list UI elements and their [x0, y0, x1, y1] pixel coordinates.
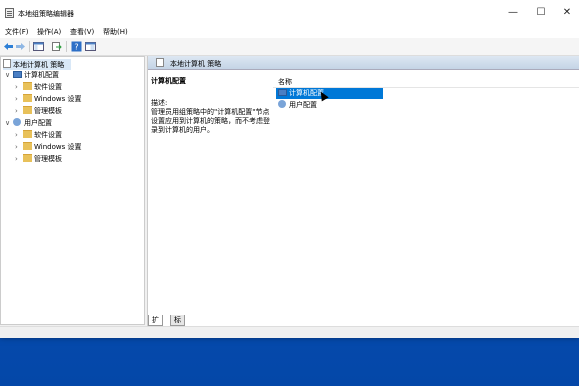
app-icon [5, 8, 14, 18]
tree-label: 计算机配置 [24, 71, 59, 79]
description-text: 管理员用组策略中的"计算机配置"节点设置应用到计算机的策略，而不考虑登录到计算机… [151, 108, 270, 134]
minimize-button[interactable]: — [502, 6, 524, 20]
tree-root[interactable]: 本地计算机 策略 [3, 59, 71, 70]
tab-extended[interactable]: 扩展 [148, 315, 163, 334]
folder-icon [23, 142, 32, 150]
list-item-computer-config[interactable]: 计算机配置 [276, 88, 383, 99]
details-header-title: 本地计算机 策略 [170, 60, 222, 68]
back-icon[interactable] [3, 41, 14, 52]
show-hide-tree-icon[interactable] [33, 41, 44, 52]
svg-text:?: ? [74, 43, 78, 52]
toolbar: ? [0, 38, 579, 56]
toolbar-separator [66, 41, 67, 52]
column-header-name[interactable]: 名称 [273, 75, 579, 88]
computer-icon [278, 89, 287, 96]
close-button[interactable]: ✕ [556, 6, 578, 20]
maximize-button[interactable]: ☐ [530, 6, 552, 20]
tab-standard[interactable]: 标准 [170, 315, 185, 334]
tree-label: 软件设置 [34, 83, 62, 91]
tree-item[interactable]: › Windows 设置 [15, 94, 81, 105]
folder-icon [23, 94, 32, 102]
description-title: 计算机配置 [151, 77, 186, 85]
window-title: 本地组策略编辑器 [18, 10, 74, 18]
user-icon [278, 100, 286, 108]
tree-item[interactable]: › Windows 设置 [15, 142, 81, 153]
chevron-right-icon[interactable]: › [15, 94, 23, 105]
chevron-down-icon[interactable]: ∨ [5, 118, 13, 129]
details-header: 本地计算机 策略 [148, 56, 579, 70]
column-header-label: 名称 [278, 78, 292, 86]
toolbar-separator [29, 41, 30, 52]
properties-icon[interactable] [85, 41, 96, 52]
tree-computer-config[interactable]: ∨ 计算机配置 [5, 70, 59, 81]
policy-icon [3, 59, 11, 68]
policy-icon [156, 58, 164, 67]
menu-action[interactable]: 操作(A) [37, 27, 61, 37]
tree-label: 管理模板 [34, 155, 62, 163]
user-icon [13, 118, 21, 126]
tree-item[interactable]: › 管理模板 [15, 154, 62, 165]
computer-icon [13, 71, 22, 78]
forward-icon[interactable] [15, 41, 26, 52]
folder-icon [23, 106, 32, 114]
details-pane: 本地计算机 策略 计算机配置 描述: 管理员用组策略中的"计算机配置"节点设置应… [147, 56, 579, 326]
tree-label: 管理模板 [34, 107, 62, 115]
folder-icon [23, 154, 32, 162]
folder-icon [23, 82, 32, 90]
list-item-label: 用户配置 [289, 101, 317, 109]
tree-label: Windows 设置 [34, 143, 82, 151]
desktop-background [0, 337, 579, 386]
tree-label: 软件设置 [34, 131, 62, 139]
tree-root-label: 本地计算机 策略 [13, 61, 65, 69]
chevron-right-icon[interactable]: › [15, 130, 23, 141]
export-icon[interactable] [51, 41, 62, 52]
gpedit-window: 本地组策略编辑器 — ☐ ✕ 文件(F) 操作(A) 查看(V) 帮助(H) ?… [0, 0, 579, 338]
tree-label: Windows 设置 [34, 95, 82, 103]
chevron-down-icon[interactable]: ∨ [5, 70, 13, 81]
tree-label: 用户配置 [24, 119, 52, 127]
tree-item[interactable]: › 软件设置 [15, 82, 62, 93]
menu-view[interactable]: 查看(V) [70, 27, 94, 37]
list-item-user-config[interactable]: 用户配置 [276, 100, 383, 111]
chevron-right-icon[interactable]: › [15, 154, 23, 165]
menu-bar: 文件(F) 操作(A) 查看(V) 帮助(H) [0, 26, 579, 38]
chevron-right-icon[interactable]: › [15, 82, 23, 93]
tree-item[interactable]: › 软件设置 [15, 130, 62, 141]
chevron-right-icon[interactable]: › [15, 106, 23, 117]
menu-help[interactable]: 帮助(H) [103, 27, 128, 37]
chevron-right-icon[interactable]: › [15, 142, 23, 153]
description-label: 描述: [151, 99, 168, 107]
folder-icon [23, 130, 32, 138]
tree-user-config[interactable]: ∨ 用户配置 [5, 118, 52, 129]
tree-pane[interactable]: 本地计算机 策略 ∨ 计算机配置 › 软件设置 › Windows 设置 › 管理模板 … [0, 56, 145, 325]
title-bar[interactable]: 本地组策略编辑器 — ☐ ✕ [0, 0, 579, 26]
menu-file[interactable]: 文件(F) [5, 27, 29, 37]
help-icon[interactable]: ? [71, 41, 82, 52]
tree-item[interactable]: › 管理模板 [15, 106, 62, 117]
